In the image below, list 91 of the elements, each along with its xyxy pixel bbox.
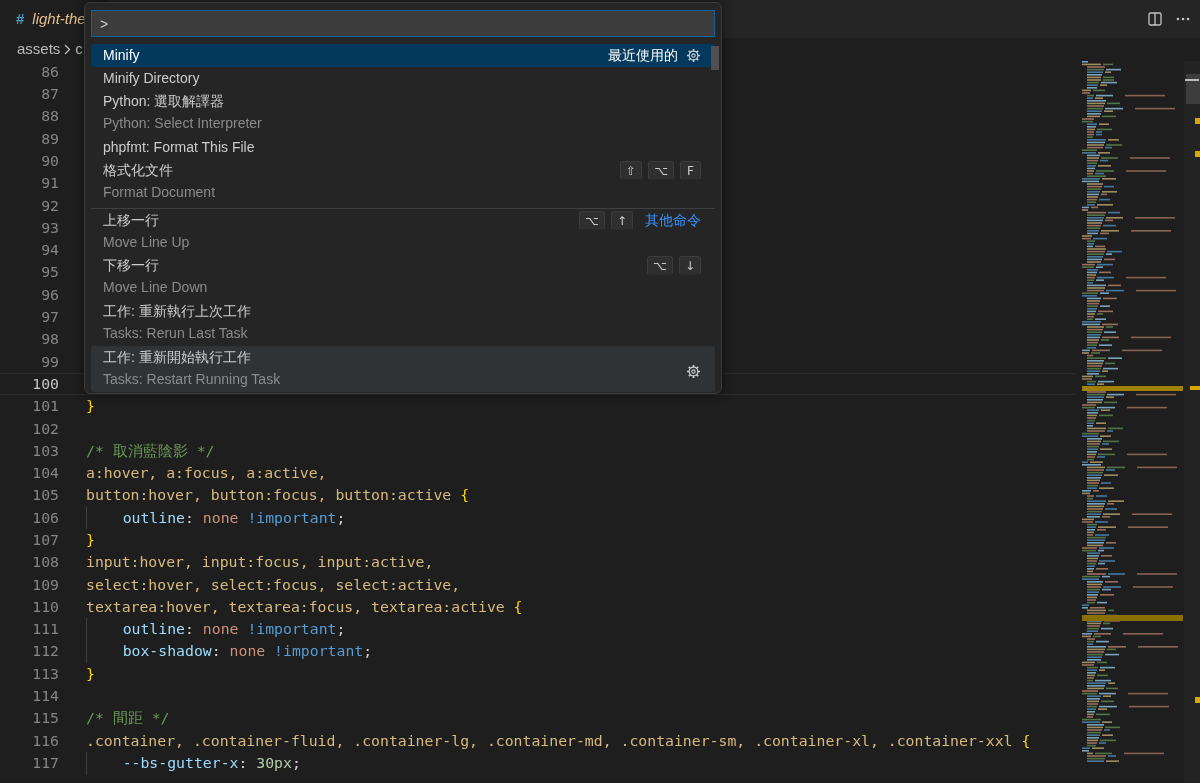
recently-used-label: 最近使用的	[608, 46, 678, 65]
tab-title[interactable]: light-the	[32, 7, 86, 31]
code-line: /* 取消藍陰影 */	[86, 440, 215, 461]
command-description: Format Document	[103, 183, 217, 202]
split-editor-icon[interactable]	[1148, 12, 1162, 26]
code-line: box-shadow: none !important;	[86, 640, 373, 663]
line-number: 102	[31, 421, 59, 437]
code-line: --bs-gutter-x: 30px;	[86, 752, 301, 775]
code-line: outline: none !important;	[86, 506, 346, 530]
line-number: 88	[40, 109, 59, 125]
line-number: 89	[40, 131, 59, 147]
breadcrumb-item[interactable]: c	[75, 38, 83, 61]
command-label: Python: 選取解譯器	[103, 92, 226, 111]
command-item[interactable]: 格式化文件 Format Document ⇧ ⌥ F	[91, 159, 715, 205]
line-number: 95	[40, 265, 59, 281]
line-number: 112	[31, 644, 59, 660]
line-number: 114	[31, 689, 59, 704]
line-number: 100	[31, 376, 59, 392]
line-number: 93	[40, 220, 59, 236]
line-number: 94	[40, 243, 59, 258]
command-label: Minify	[103, 46, 141, 65]
command-description: Move Line Up	[103, 233, 191, 252]
line-number: 98	[40, 332, 59, 348]
code-line: .container, .container-fluid, .container-lg, .container-md, .container-sm, .container-xl, .container-xxl {	[86, 730, 1031, 751]
line-number: 105	[31, 488, 59, 504]
code-line: a:hover, a:focus, a:active,	[86, 463, 327, 484]
line-number: 108	[31, 555, 59, 571]
chevron-right-icon	[64, 44, 72, 55]
line-number: 96	[40, 287, 59, 303]
code-line: outline: none !important;	[86, 618, 346, 641]
command-item[interactable]: 下移一行 Move Line Down ⌥ ↓	[91, 254, 715, 300]
command-item[interactable]: Python: 選取解譯器 Python: Select Interpreter	[91, 90, 715, 136]
keybinding-key: F	[680, 161, 701, 180]
line-number: 97	[40, 310, 59, 325]
line-number: 103	[31, 443, 59, 459]
code-line: select:hover, select:focus, select:active,	[86, 574, 461, 595]
line-number: 104	[31, 466, 59, 481]
line-number: 117	[31, 755, 59, 771]
line-number: 106	[31, 510, 59, 526]
command-input[interactable]: >	[91, 10, 715, 37]
keybinding-key: ⌥	[647, 256, 673, 275]
css-file-icon: #	[16, 7, 25, 31]
command-label: 工作: 重新開始執行工作	[103, 348, 252, 367]
other-commands-link[interactable]: 其他命令	[645, 210, 701, 231]
line-number: 111	[31, 622, 59, 637]
command-description: Tasks: Rerun Last Task	[103, 324, 249, 343]
code-line: /* 間距 */	[86, 708, 170, 729]
command-label: phpfmt: Format This File	[103, 138, 256, 157]
command-label: Minify Directory	[103, 69, 201, 88]
command-description: Tasks: Restart Running Task	[103, 370, 282, 389]
line-number: 90	[40, 153, 59, 169]
line-number: 92	[40, 198, 59, 214]
command-item[interactable]: phpfmt: Format This File	[91, 136, 715, 159]
line-number: 115	[31, 711, 59, 727]
keybinding-key: ⌥	[579, 211, 605, 230]
code-line: textarea:hover, textarea:focus, textarea:active {	[86, 596, 523, 617]
gear-icon[interactable]	[686, 363, 701, 379]
line-number: 86	[40, 64, 59, 80]
command-item[interactable]: Minify 最近使用的	[91, 44, 715, 67]
command-label: 下移一行	[103, 256, 160, 275]
line-number: 116	[31, 733, 59, 749]
line-number: 87	[40, 87, 59, 102]
scrollbar-thumb[interactable]	[711, 46, 719, 70]
command-label: 格式化文件	[103, 161, 174, 180]
command-item[interactable]: 上移一行 Move Line Up ⌥ ↑ 其他命令	[91, 208, 715, 254]
breadcrumb-item[interactable]: assets	[17, 38, 61, 61]
line-number: 91	[40, 176, 59, 192]
code-line: }	[86, 530, 95, 550]
command-item[interactable]: 工作: 重新開始執行工作 Tasks: Restart Running Task	[91, 346, 715, 392]
command-item[interactable]: 工作: 重新執行上次工作 Tasks: Rerun Last Task	[91, 300, 715, 346]
command-description: Python: Select Interpreter	[103, 114, 263, 133]
line-number: 113	[31, 666, 59, 682]
keybinding-key: ↑	[610, 211, 633, 230]
line-number: 99	[40, 354, 59, 370]
command-description: Move Line Down	[103, 278, 209, 297]
keybinding-key: ⌥	[648, 161, 674, 180]
command-label: 上移一行	[103, 211, 160, 230]
line-number: 101	[31, 399, 59, 414]
code-line: input:hover, input:focus, input:active,	[86, 552, 434, 573]
line-number: 107	[31, 533, 59, 548]
line-number: 110	[31, 599, 59, 615]
code-line: }	[86, 663, 95, 684]
code-line: button:hover, button:focus, button:active {	[86, 485, 470, 506]
keybinding-key: ⇧	[620, 161, 643, 180]
more-actions-icon[interactable]	[1176, 17, 1190, 21]
code-line: }	[86, 396, 95, 417]
line-number: 109	[31, 577, 59, 593]
keybinding-key: ↓	[678, 256, 701, 275]
command-item[interactable]: Minify Directory	[91, 67, 715, 90]
command-label: 工作: 重新執行上次工作	[103, 302, 252, 321]
gear-icon[interactable]	[686, 48, 701, 63]
